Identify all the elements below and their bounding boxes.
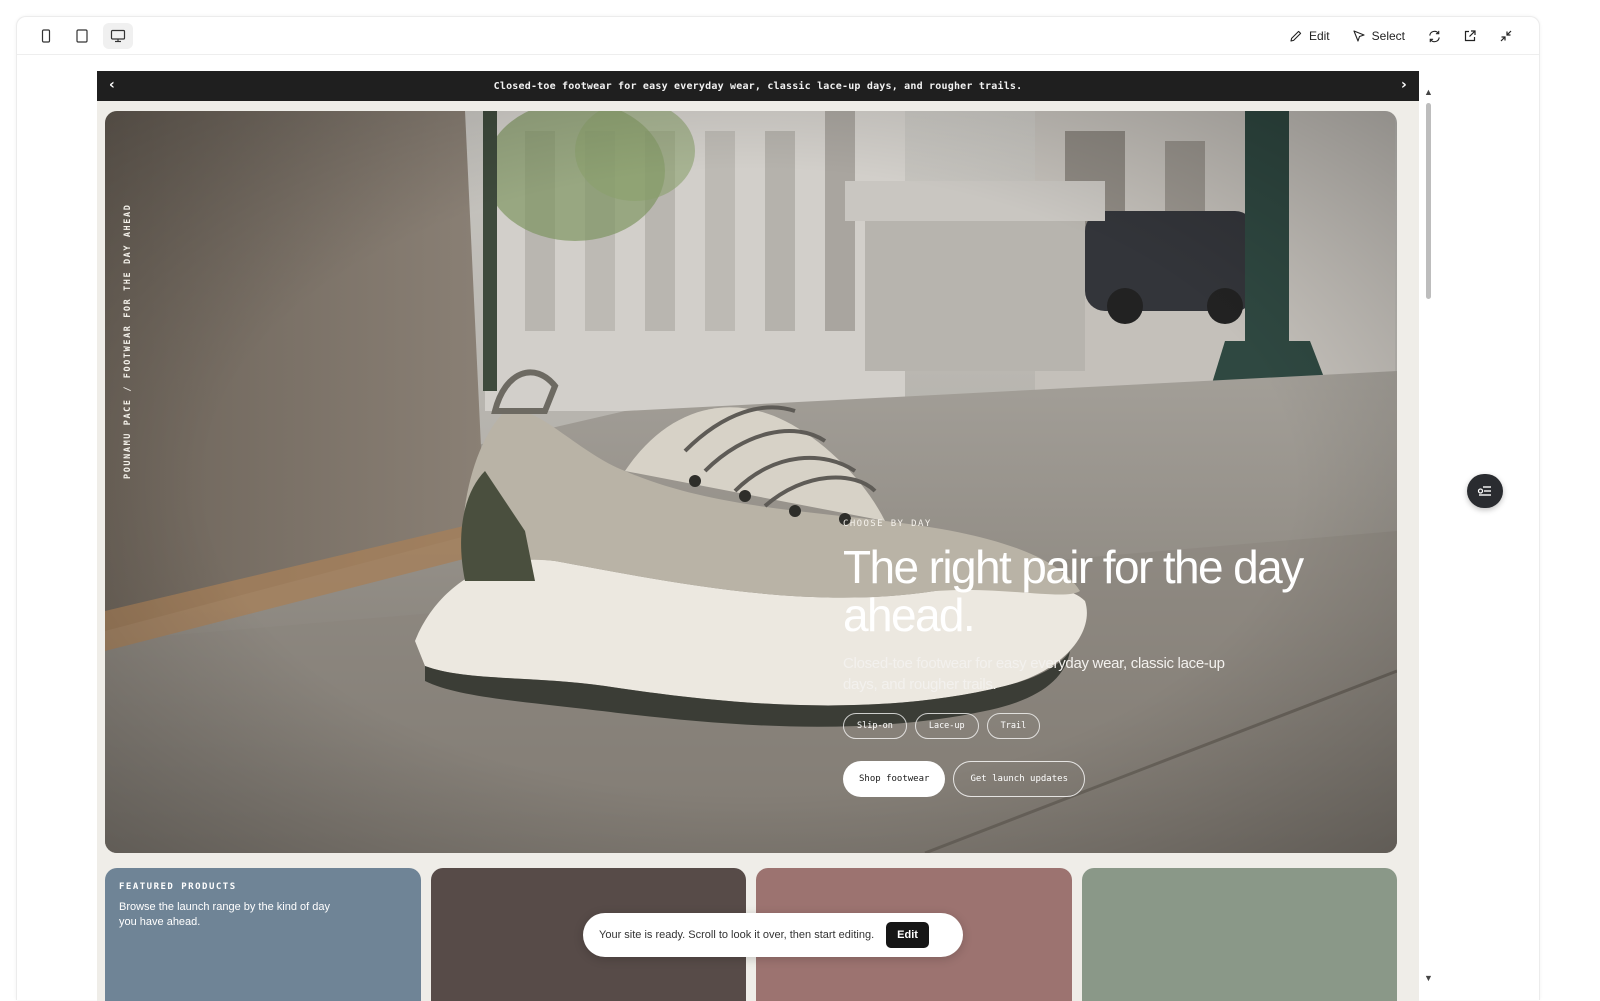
toast-edit-button[interactable]: Edit [886, 922, 929, 948]
preview-toolbar: Edit Select [17, 17, 1539, 55]
featured-eyebrow: FEATURED PRODUCTS [119, 882, 237, 892]
toast-message: Your site is ready. Scroll to look it ov… [599, 929, 875, 941]
collapse-button[interactable] [1491, 23, 1521, 49]
hero-section: POUNAMU PACE / FOOTWEAR FOR THE DAY AHEA… [105, 111, 1397, 853]
announcement-next-icon[interactable]: › [1401, 77, 1407, 93]
scrollbar-thumb[interactable] [1426, 103, 1431, 299]
hero-ctas: Shop footwear Get launch updates [843, 761, 1363, 797]
scroll-up-icon[interactable]: ▲ [1424, 87, 1433, 97]
open-external-button[interactable] [1455, 23, 1485, 49]
site-ready-toast: Your site is ready. Scroll to look it ov… [583, 913, 963, 957]
settings-fab[interactable] [1467, 474, 1503, 508]
tag-lace-up[interactable]: Lace-up [914, 713, 979, 739]
edit-mode-button[interactable]: Edit [1281, 23, 1338, 49]
filter-settings-icon [1477, 486, 1491, 496]
site-preview[interactable]: ‹ Closed-toe footwear for easy everyday … [97, 71, 1419, 1001]
preview-scrollbar[interactable]: ▲ ▼ [1423, 87, 1435, 987]
product-card[interactable] [1081, 868, 1397, 1001]
edit-mode-label: Edit [1308, 29, 1330, 43]
editor-app: Edit Select ‹ Closed-toe footwear for ea… [0, 0, 1600, 1001]
mobile-view-button[interactable] [31, 23, 61, 49]
launch-updates-button[interactable]: Get launch updates [953, 761, 1085, 797]
phone-icon [41, 29, 51, 43]
announcement-bar: ‹ Closed-toe footwear for easy everyday … [97, 71, 1419, 101]
tablet-view-button[interactable] [67, 23, 97, 49]
tablet-icon [76, 29, 88, 43]
preview-panel: Edit Select ‹ Closed-toe footwear for ea… [16, 16, 1540, 1001]
select-mode-label: Select [1371, 29, 1405, 43]
announcement-prev-icon[interactable]: ‹ [109, 77, 115, 93]
external-link-icon [1464, 30, 1476, 42]
scroll-down-icon[interactable]: ▼ [1424, 973, 1433, 983]
pencil-icon [1290, 30, 1302, 42]
featured-text: Browse the launch range by the kind of d… [119, 901, 330, 928]
monitor-icon [110, 29, 126, 43]
collapse-icon [1500, 30, 1512, 42]
preview-actions: Edit Select [1281, 23, 1521, 49]
select-mode-button[interactable]: Select [1344, 23, 1413, 49]
announcement-text: Closed-toe footwear for easy everyday we… [493, 80, 1023, 92]
featured-products-card[interactable]: FEATURED PRODUCTS Browse the launch rang… [105, 868, 421, 1001]
hero-tags: Slip-on Lace-up Trail [843, 713, 1363, 739]
hero-subtext: Closed-toe footwear for easy everyday we… [843, 655, 1225, 693]
device-switcher [31, 23, 133, 49]
tag-slip-on[interactable]: Slip-on [843, 713, 907, 739]
hero-headline: The right pair for the day ahead. [843, 541, 1304, 641]
cursor-icon [1353, 30, 1365, 42]
shop-footwear-button[interactable]: Shop footwear [843, 761, 946, 797]
hero-copy: CHOOSE BY DAY The right pair for the day… [843, 519, 1363, 797]
refresh-button[interactable] [1419, 23, 1449, 49]
desktop-view-button[interactable] [103, 23, 133, 49]
hero-eyebrow: CHOOSE BY DAY [843, 519, 932, 529]
refresh-icon [1428, 30, 1440, 42]
tag-trail[interactable]: Trail [986, 713, 1041, 739]
hero-vertical-label: POUNAMU PACE / FOOTWEAR FOR THE DAY AHEA… [123, 203, 133, 479]
